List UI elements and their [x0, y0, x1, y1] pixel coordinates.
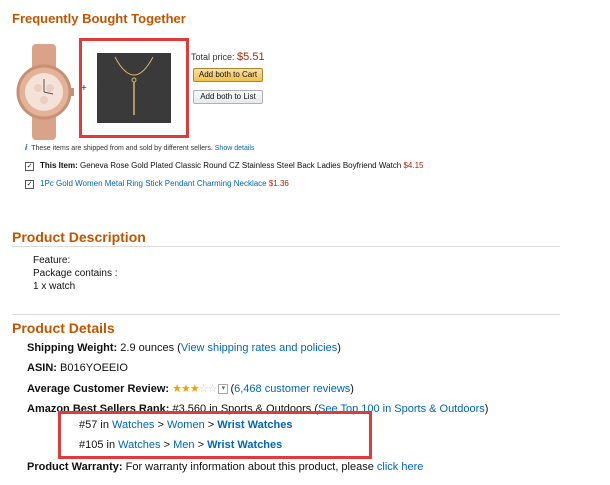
watch-product-image[interactable]: [14, 44, 74, 140]
warranty-label: Product Warranty:: [27, 461, 123, 473]
add-both-to-list-button[interactable]: Add both to List: [193, 90, 263, 104]
divider: [12, 246, 560, 247]
warranty-text: For warranty information about this prod…: [125, 461, 374, 473]
shipping-weight-label: Shipping Weight:: [27, 342, 118, 354]
necklace-product-image[interactable]: [97, 53, 171, 123]
total-price-value: $5.51: [237, 51, 265, 63]
product-description-title: Product Description: [12, 229, 146, 245]
category-link-women[interactable]: Women: [167, 419, 205, 431]
add-both-to-cart-button[interactable]: Add both to Cart: [193, 68, 263, 82]
divider: [12, 314, 560, 315]
asin-row: ASIN: B016YOEEIO: [27, 362, 128, 374]
description-line: Feature:: [33, 255, 71, 266]
product-details-title: Product Details: [12, 320, 115, 336]
total-price-label: Total price:: [191, 52, 235, 62]
total-price: Total price: $5.51: [191, 51, 265, 63]
category-link-wrist-watches[interactable]: Wrist Watches: [217, 419, 292, 431]
chevron-down-icon[interactable]: ▾: [218, 384, 229, 395]
this-item-label: This Item:: [40, 161, 78, 170]
category-link-watches[interactable]: Watches: [112, 419, 154, 431]
category-rank-highlight-box: #57 in Watches > Women > Wrist Watches #…: [58, 411, 372, 459]
review-label: Average Customer Review:: [27, 383, 170, 395]
description-line: 1 x watch: [33, 281, 76, 292]
shipping-rates-link[interactable]: View shipping rates and policies: [181, 342, 337, 354]
category-rank-line: #105 in Watches > Men > Wrist Watches: [79, 439, 283, 451]
show-details-link[interactable]: Show details: [215, 145, 255, 152]
item-name-necklace[interactable]: 1Pc Gold Women Metal Ring Stick Pendant …: [40, 179, 267, 188]
description-line: Package contains :: [33, 268, 118, 279]
shipping-note: i These items are shipped from and sold b…: [25, 143, 254, 152]
star-rating-icon[interactable]: ★★★☆☆: [172, 383, 217, 395]
category-link-wrist-watches[interactable]: Wrist Watches: [207, 439, 282, 451]
shipping-weight-value: 2.9 ounces: [120, 342, 175, 354]
item-checkbox-watch[interactable]: ✓: [25, 162, 34, 171]
asin-label: ASIN:: [27, 362, 57, 374]
category-rank-line: #57 in Watches > Women > Wrist Watches: [79, 419, 293, 431]
item-price-watch: $4.15: [403, 161, 424, 170]
fbt-item-necklace: 1Pc Gold Women Metal Ring Stick Pendant …: [40, 179, 289, 188]
warranty-link[interactable]: click here: [377, 461, 423, 473]
review-row: Average Customer Review: ★★★☆☆ ▾ (6,468 cu…: [27, 383, 354, 395]
shipping-note-text: These items are shipped from and sold by…: [31, 145, 213, 152]
product-description-body: Feature: Package contains : 1 x watch: [33, 254, 118, 293]
fbt-title: Frequently Bought Together: [12, 11, 186, 26]
asin-value: B016YOEEIO: [60, 362, 128, 374]
item-name-watch: Geneva Rose Gold Plated Classic Round CZ…: [80, 161, 402, 170]
item-checkbox-necklace[interactable]: ✓: [25, 180, 34, 189]
customer-reviews-link[interactable]: 6,468 customer reviews: [234, 383, 350, 395]
item-price-necklace: $1.36: [268, 179, 289, 188]
warranty-row: Product Warranty: For warranty informati…: [27, 461, 423, 473]
category-link-men[interactable]: Men: [173, 439, 194, 451]
necklace-highlight-box: [79, 38, 189, 138]
category-link-watches[interactable]: Watches: [118, 439, 160, 451]
info-icon: i: [25, 143, 28, 152]
fbt-item-watch: This Item: Geneva Rose Gold Plated Class…: [40, 161, 423, 170]
shipping-weight-row: Shipping Weight: 2.9 ounces (View shippi…: [27, 342, 341, 354]
